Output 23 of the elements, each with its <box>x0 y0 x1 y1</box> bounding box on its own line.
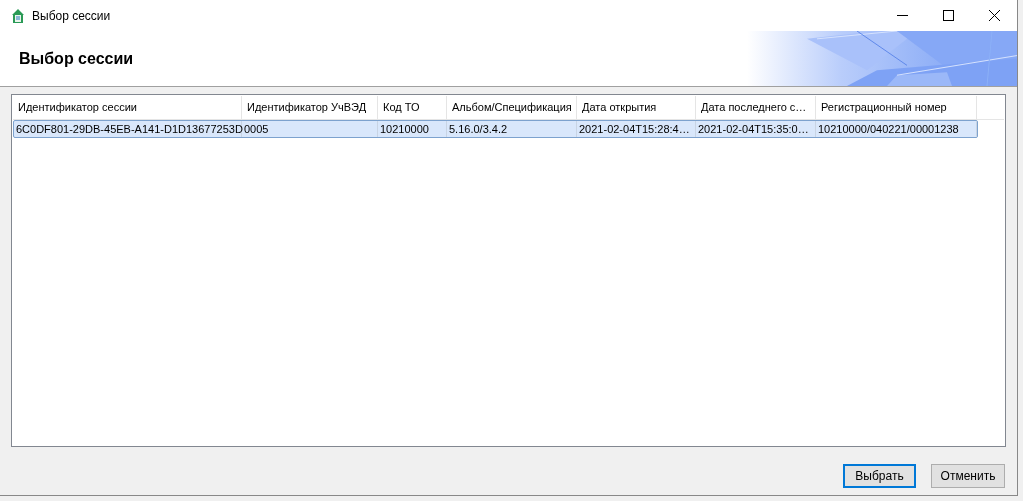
dialog-button[interactable]: Отменить <box>931 464 1005 488</box>
table-cell: 2021-02-04T15:28:4… <box>577 121 696 137</box>
table-cell: 2021-02-04T15:35:0… <box>696 121 816 137</box>
column-header[interactable]: Код ТО <box>378 96 447 119</box>
table-cell: 10210000 <box>378 121 447 137</box>
column-header[interactable]: Регистрационный номер <box>816 96 977 119</box>
close-icon <box>988 10 1000 21</box>
table-cell: 6C0DF801-29DB-45EB-A141-D1D13677253D <box>14 121 242 137</box>
dialog-button[interactable]: Выбрать <box>843 464 916 488</box>
column-header[interactable]: Идентификатор УчВЭД <box>242 96 378 119</box>
window-title: Выбор сессии <box>32 7 111 25</box>
column-header[interactable]: Идентификатор сессии <box>13 96 242 119</box>
maximize-icon <box>942 10 954 21</box>
table-cell: 5.16.0/3.4.2 <box>447 121 577 137</box>
table-cell: 10210000/040221/00001238 <box>816 121 977 137</box>
app-house-icon <box>10 7 26 24</box>
minimize-icon <box>896 15 908 16</box>
column-header[interactable]: Дата последнего с… <box>696 96 816 119</box>
table-row[interactable]: 6C0DF801-29DB-45EB-A141-D1D13677253D0005 10210000 5.16.0/3.4.2 2021-02-04T15:28:4… 2021-02-04T15:35:0… 10210000/040221/00001238 <box>13 120 978 138</box>
column-header[interactable]: Альбом/Спецификация <box>447 96 577 119</box>
column-header[interactable]: Дата открытия <box>577 96 696 119</box>
header-title: Выбор сессии <box>19 48 134 69</box>
table-cell: 0005 <box>242 121 378 137</box>
